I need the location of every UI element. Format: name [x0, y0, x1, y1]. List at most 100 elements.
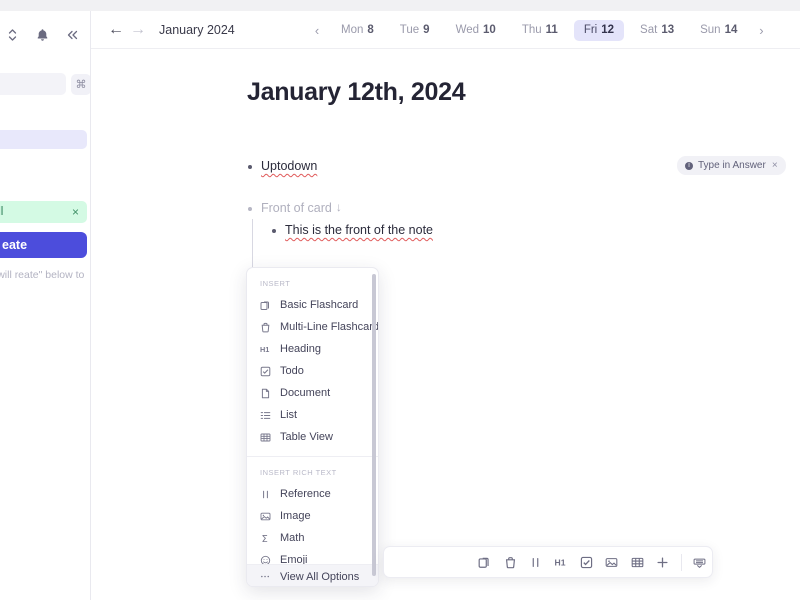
day-number: 11 — [545, 24, 558, 36]
arrow-down-icon: ↓ — [335, 200, 342, 214]
list-item-label[interactable]: This is the front of the note — [285, 222, 433, 239]
menu-item-heading[interactable]: H1 Heading — [247, 338, 378, 360]
menu-item-label: Math — [280, 532, 305, 544]
menu-item-document[interactable]: Document — [247, 382, 378, 404]
day-chip-mon[interactable]: Mon 8 — [331, 20, 384, 41]
menu-item-reference[interactable]: Reference — [247, 483, 378, 505]
sidebar-tag-label: ing Call — [0, 206, 4, 218]
flashcard-icon[interactable] — [472, 549, 497, 576]
status-badge-label: Type in Answer — [698, 160, 766, 171]
prev-week-button[interactable]: ‹ — [306, 19, 328, 41]
ellipsis-icon — [260, 571, 271, 582]
svg-text:H1: H1 — [260, 345, 269, 354]
day-number: 10 — [483, 24, 496, 36]
reference-icon — [260, 489, 271, 500]
document-icon — [260, 388, 271, 399]
math-sigma-icon: Σ — [260, 533, 271, 544]
top-navigation-bar: ← → January 2024 ‹ Mon 8 Tue 9 Wed 10 Th… — [91, 11, 800, 49]
day-number: 13 — [661, 24, 675, 36]
list-item[interactable]: This is the front of the note — [272, 222, 433, 239]
day-name: Mon — [341, 24, 364, 36]
heading-h1-icon[interactable]: H1 — [548, 549, 573, 576]
menu-scrollbar[interactable] — [372, 274, 376, 576]
menu-item-basic-flashcard[interactable]: Basic Flashcard — [247, 294, 378, 316]
menu-item-label: View All Options — [280, 570, 360, 583]
create-button-label: eate — [2, 238, 28, 252]
svg-text:Σ: Σ — [262, 534, 268, 544]
sidebar-selected-item[interactable] — [0, 130, 87, 149]
sidebar-search-row: ⌘ — [0, 73, 90, 95]
day-name: Thu — [521, 24, 542, 36]
checkbox-icon[interactable] — [574, 549, 599, 576]
toolbar-divider — [680, 553, 682, 571]
search-input[interactable] — [0, 73, 66, 95]
menu-item-table-view[interactable]: Table View — [247, 426, 378, 448]
collapse-sidebar-icon[interactable] — [64, 27, 81, 44]
multiline-flashcard-icon[interactable] — [497, 549, 522, 576]
sidebar-icon-row — [0, 20, 90, 50]
keyboard-icon[interactable] — [687, 549, 712, 576]
day-chip-thu[interactable]: Thu 11 — [512, 20, 568, 41]
menu-section-rich-text-label: INSERT RICH TEXT — [260, 468, 337, 477]
list-item-label[interactable]: Front of card — [261, 200, 332, 217]
bullet-dot-icon — [248, 165, 252, 169]
next-week-button[interactable]: › — [750, 19, 772, 41]
bell-icon[interactable] — [34, 27, 51, 44]
menu-item-label: Reference — [280, 488, 331, 500]
menu-item-label: List — [280, 409, 298, 421]
menu-item-label: Image — [280, 510, 311, 522]
page-title[interactable]: January 12th, 2024 — [247, 78, 466, 107]
month-label[interactable]: January 2024 — [159, 23, 235, 37]
sidebar-help-text: d folders will reate" below to — [0, 269, 85, 281]
menu-item-math[interactable]: Σ Math — [247, 527, 378, 549]
close-icon[interactable]: × — [72, 206, 79, 218]
day-name: Sat — [640, 24, 658, 36]
day-number: 8 — [367, 24, 374, 36]
day-chip-tue[interactable]: Tue 9 — [390, 20, 440, 41]
menu-item-list[interactable]: List — [247, 404, 378, 426]
list-item[interactable]: Uptodown — [248, 158, 317, 175]
back-arrow-icon[interactable]: ← — [105, 19, 127, 41]
sort-chevrons-icon[interactable] — [4, 27, 21, 44]
menu-item-todo[interactable]: Todo — [247, 360, 378, 382]
add-icon[interactable] — [650, 549, 675, 576]
menu-item-label: Todo — [280, 365, 304, 377]
day-chip-fri[interactable]: Fri 12 — [573, 19, 625, 41]
menu-item-image[interactable]: Image — [247, 505, 378, 527]
document-canvas[interactable]: January 12th, 2024 Uptodown Front of car… — [91, 49, 800, 600]
info-icon: i — [685, 161, 693, 170]
day-chip-sat[interactable]: Sat 13 — [630, 20, 684, 41]
multiline-flashcard-icon — [260, 322, 271, 333]
table-icon[interactable] — [625, 549, 650, 576]
command-key-badge: ⌘ — [71, 73, 90, 95]
day-chip-sun[interactable]: Sun 14 — [690, 20, 747, 41]
svg-text:H1: H1 — [554, 557, 565, 567]
insert-command-menu[interactable]: INSERT Basic Flashcard Multi-Line Flashc… — [246, 267, 379, 587]
editor-toolbar: H1 — [383, 546, 713, 578]
menu-section-insert-label: INSERT — [260, 279, 291, 288]
day-number: 9 — [423, 24, 430, 36]
reference-icon[interactable] — [523, 549, 548, 576]
day-number: 12 — [601, 24, 615, 36]
close-icon[interactable]: × — [772, 160, 778, 171]
day-number: 14 — [724, 24, 738, 36]
flashcard-icon — [260, 300, 271, 311]
day-chip-wed[interactable]: Wed 10 — [446, 20, 506, 41]
menu-item-label: Multi-Line Flashcard — [280, 321, 379, 333]
menu-scroll-area: INSERT Basic Flashcard Multi-Line Flashc… — [247, 268, 379, 586]
status-badge[interactable]: i Type in Answer × — [677, 156, 786, 175]
day-name: Fri — [583, 24, 598, 36]
menu-item-multi-line-flashcard[interactable]: Multi-Line Flashcard — [247, 316, 379, 338]
list-icon — [260, 410, 271, 421]
day-name: Tue — [399, 24, 420, 36]
menu-item-label: Heading — [280, 343, 321, 355]
list-item-label[interactable]: Uptodown — [261, 158, 317, 175]
sidebar-tag-chip[interactable]: ing Call × — [0, 201, 87, 223]
create-button[interactable]: eate — [0, 232, 87, 258]
heading-h1-icon: H1 — [260, 344, 271, 355]
image-icon[interactable] — [599, 549, 624, 576]
menu-item-view-all-options[interactable]: View All Options — [247, 564, 378, 586]
list-item[interactable]: Front of card ↓ — [248, 200, 342, 217]
forward-arrow-icon[interactable]: → — [127, 19, 149, 41]
menu-item-label: Basic Flashcard — [280, 299, 359, 311]
